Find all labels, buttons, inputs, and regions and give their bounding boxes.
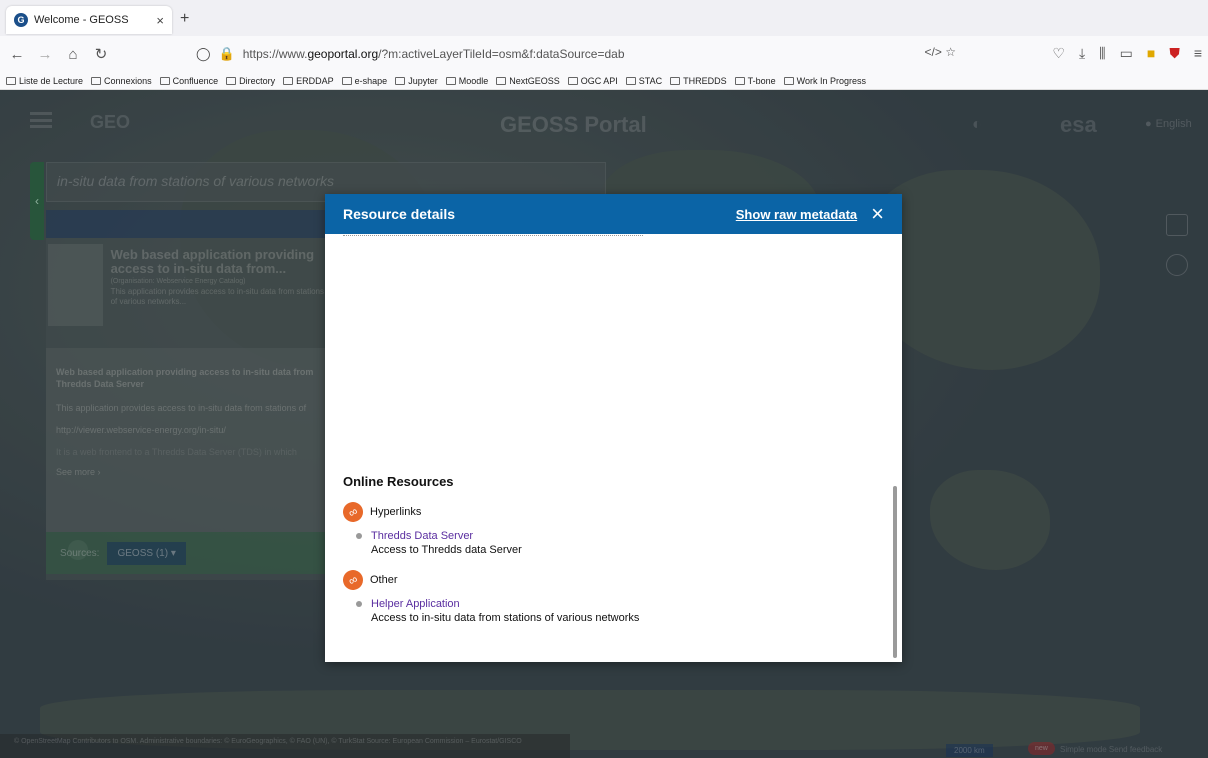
modal-header: Resource details Show raw metadata × [325,194,902,234]
link-icon: ∞ [339,566,367,594]
bookmark-item[interactable]: T-bone [734,76,776,86]
bookmark-item[interactable]: Liste de Lecture [6,76,83,86]
folder-icon [670,76,681,85]
list-item: Thredds Data Server Access to Thredds da… [356,530,522,556]
bookmark-item[interactable]: e-shape [341,76,387,86]
library-icon[interactable]: ⫼ [1099,45,1105,62]
bookmark-item[interactable]: OGC API [567,76,618,86]
resource-desc: Access to in-situ data from stations of … [371,612,640,624]
group-title: Other [370,574,398,586]
truncated-text-line [343,234,643,236]
tab-close-icon[interactable]: × [156,13,164,28]
new-tab-button[interactable]: + [180,10,189,28]
modal-body[interactable]: Online Resources ∞ Hyperlinks Thredds Da… [325,234,902,662]
folder-icon [567,76,578,85]
back-icon[interactable]: ← [6,46,28,63]
bookmark-item[interactable]: Jupyter [395,76,438,86]
url-prefix: https://www. [242,47,308,61]
lock-icon[interactable]: 🔒 [219,46,235,62]
folder-icon [445,76,456,85]
browser-tab[interactable]: G Welcome - GEOSS × [6,6,172,34]
bookmark-item[interactable]: Moodle [445,76,488,86]
close-icon[interactable]: × [871,203,884,225]
folder-icon [159,76,170,85]
ublock-icon[interactable]: ⛊ [1169,45,1180,62]
url-domain: geoportal.org [307,47,379,61]
link-icon: ∞ [339,498,367,526]
folder-icon [625,76,636,85]
modal-title: Resource details [343,206,456,222]
folder-icon [6,76,16,85]
bookmarks-bar: Liste de Lecture Connexions Confluence D… [0,72,1208,90]
menu-icon[interactable]: ≡ [1194,45,1202,62]
bookmark-item[interactable]: Connexions [91,76,152,86]
reader-bookmark-icons[interactable]: </> ☆ [925,45,956,59]
online-resources-heading: Online Resources [343,474,454,489]
url-bar[interactable]: ◯ 🔒 https://www. geoportal.org/?m:activeL… [196,41,956,67]
bookmark-item[interactable]: Confluence [159,76,218,86]
folder-icon [783,76,794,85]
resource-group-other: ∞ Other Helper Application Access to in-… [339,566,639,624]
geoss-favicon-icon: G [14,13,28,27]
bookmark-item[interactable]: Directory [226,76,275,86]
bookmark-item[interactable]: THREDDS [670,76,727,86]
shield-icon[interactable]: ◯ [196,46,211,62]
tab-title: Welcome - GEOSS [34,14,129,26]
folder-icon [226,76,237,85]
folder-icon [341,76,352,85]
folder-icon [283,76,294,85]
folder-icon [734,76,745,85]
pocket-icon[interactable]: ♡ [1052,45,1065,62]
bullet-icon [356,533,362,539]
browser-tabbar: G Welcome - GEOSS × + [0,0,1208,36]
folder-icon [496,76,507,85]
sidebar-icon[interactable]: ▭ [1120,45,1133,62]
extension-icon[interactable]: ■ [1147,45,1155,62]
bullet-icon [356,601,362,607]
forward-icon[interactable]: → [34,46,56,63]
geoss-portal-page: GEO GEOSS Portal ◐ esa ● English ‹ in-sit… [0,90,1208,758]
helper-application-link[interactable]: Helper Application [371,598,639,610]
resource-details-modal: Resource details Show raw metadata × Onl… [325,194,902,662]
list-item: Helper Application Access to in-situ dat… [356,598,640,624]
show-raw-metadata-link[interactable]: Show raw metadata [736,207,857,222]
browser-navbar: ← → ⌂ ↻ ◯ 🔒 https://www. geoportal.org/?m… [0,36,1208,72]
folder-icon [91,76,102,85]
resource-group-hyperlinks: ∞ Hyperlinks Thredds Data Server Access … [339,498,522,556]
bookmark-item[interactable]: Work In Progress [783,76,866,86]
url-path: /?m:activeLayerTileId=osm&f:dataSource=d… [378,47,625,61]
thredds-data-server-link[interactable]: Thredds Data Server [371,530,522,542]
home-icon[interactable]: ⌂ [62,46,84,63]
resource-desc: Access to Thredds data Server [371,544,522,556]
download-icon[interactable]: ⤓ [1079,45,1085,62]
bookmark-item[interactable]: ERDDAP [283,76,334,86]
group-title: Hyperlinks [370,506,422,518]
folder-icon [395,76,406,85]
bookmark-item[interactable]: NextGEOSS [496,76,560,86]
reload-icon[interactable]: ↻ [90,45,112,63]
bookmark-item[interactable]: STAC [625,76,662,86]
toolbar-icons: ♡ ⤓ ⫼ ▭ ■ ⛊ ≡ [1052,45,1202,62]
modal-scrollbar[interactable] [893,486,897,658]
